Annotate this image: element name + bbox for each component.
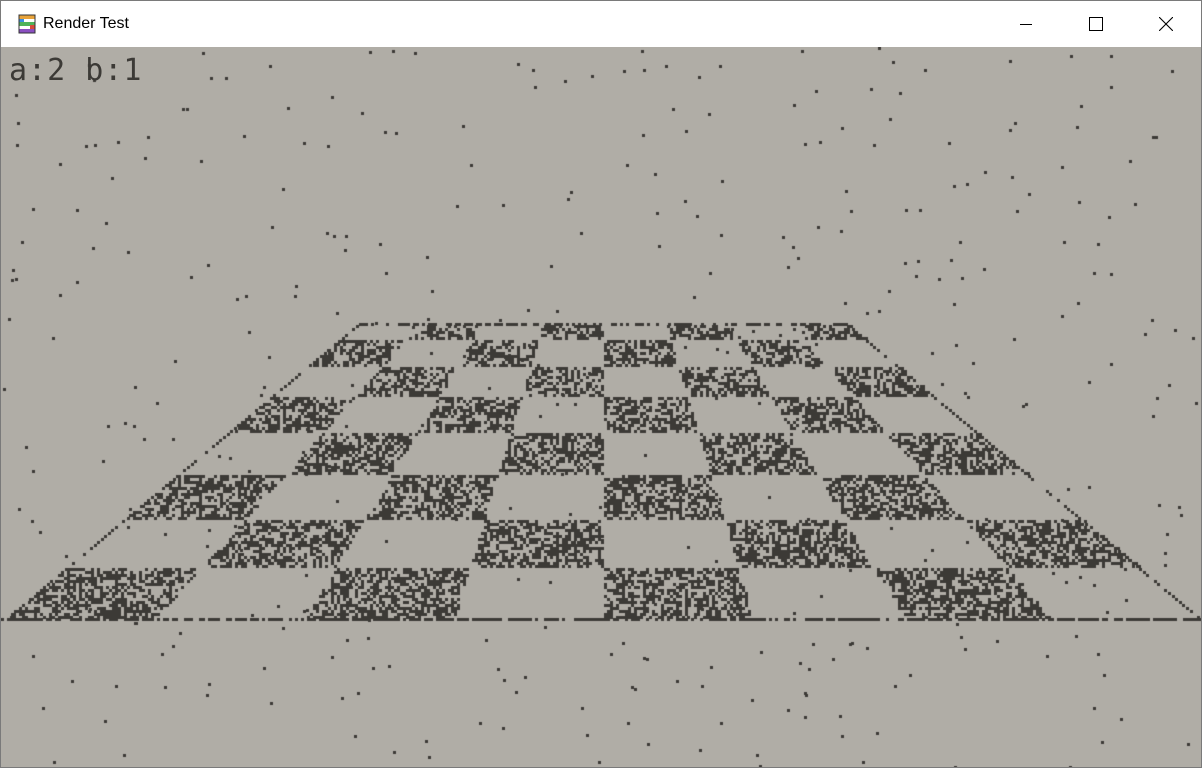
render-viewport[interactable]: a:2 b:1 — [1, 47, 1201, 767]
maximize-button[interactable] — [1061, 1, 1131, 47]
close-icon — [1159, 17, 1173, 31]
app-logo-icon — [18, 14, 36, 34]
close-button[interactable] — [1131, 1, 1201, 47]
maximize-icon — [1089, 17, 1103, 31]
checkerboard-scene — [1, 47, 1201, 767]
counter-readout: a:2 b:1 — [9, 53, 143, 88]
window-title: Render Test — [43, 15, 129, 32]
title-bar[interactable]: Render Test — [1, 1, 1201, 47]
minimize-button[interactable] — [991, 1, 1061, 47]
minimize-icon — [1020, 24, 1032, 25]
app-window: Render Test a:2 b:1 — [0, 0, 1202, 768]
